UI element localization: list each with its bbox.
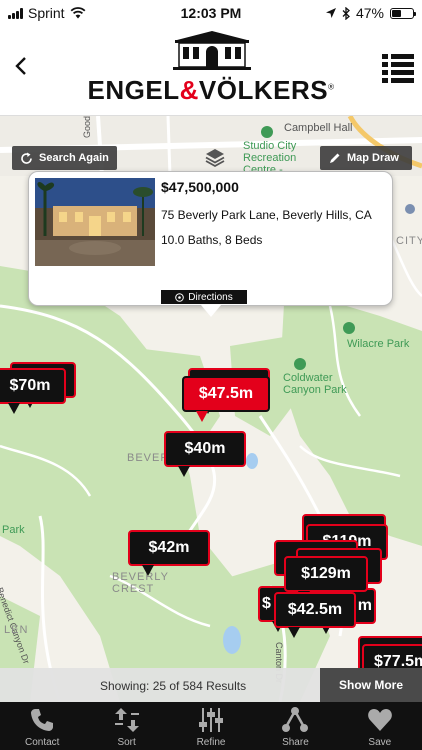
map-label-city: CITY: [396, 235, 422, 247]
map-label-beverly-crest: BEVERLY CREST: [112, 571, 169, 595]
building-logo-icon: [173, 31, 251, 70]
brand-wordmark: ENGEL&VÖLKERS®: [0, 75, 422, 106]
price-pin-label: $40m: [184, 440, 226, 457]
price-pin[interactable]: $40m: [164, 431, 246, 477]
tab-label: Contact: [24, 737, 60, 748]
listing-beds-baths: 10.0 Baths, 8 Beds: [161, 233, 263, 247]
app-header: ENGEL&VÖLKERS®: [0, 26, 422, 116]
location-arrow-icon: [325, 8, 336, 18]
sort-arrows-icon: [114, 708, 139, 732]
price-pin[interactable]: $70m: [0, 368, 66, 414]
layers-icon[interactable]: [204, 146, 226, 168]
share-icon: [282, 707, 309, 732]
brand-left: ENGEL: [87, 75, 180, 105]
tab-label: Save: [368, 737, 392, 748]
tab-refine[interactable]: Refine: [169, 702, 253, 750]
map-label-wilacre-park: Wilacre Park: [347, 338, 410, 350]
tab-contact[interactable]: Contact: [0, 702, 84, 750]
directions-label: Directions: [188, 291, 233, 303]
map-label-goodman: Goodman: [82, 116, 92, 138]
map-label-park: Park: [2, 524, 25, 536]
tab-save[interactable]: Save: [338, 702, 422, 750]
price-pin-label: m: [357, 597, 372, 614]
price-pin[interactable]: $42m: [128, 530, 210, 576]
bottom-tab-bar: Contact Sort Refine Share Save: [0, 702, 422, 750]
heart-icon: [367, 709, 392, 731]
tab-sort[interactable]: Sort: [84, 702, 168, 750]
sliders-icon: [199, 708, 224, 732]
phone-icon: [31, 709, 54, 731]
results-bar: Showing: 25 of 584 Results Show More: [0, 668, 422, 702]
tab-label: Share: [282, 737, 309, 748]
listing-price: $47,500,000: [161, 179, 239, 195]
map-label-len: LEN: [4, 624, 29, 636]
map-label-campbell-hall: Campbell Hall: [284, 122, 353, 134]
price-pin-label: $: [262, 595, 271, 612]
price-pin-label: $42m: [148, 539, 190, 556]
battery-percent: 47%: [355, 5, 384, 21]
compass-icon: [175, 292, 185, 302]
listing-address: 75 Beverly Park Lane, Beverly Hills, CA: [161, 208, 372, 222]
brand-ampersand: &: [179, 75, 199, 105]
price-pin-label: $42.5m: [287, 601, 343, 618]
tab-share[interactable]: Share: [253, 702, 337, 750]
directions-button[interactable]: Directions: [161, 290, 247, 304]
price-pin-label: $47.5m: [198, 385, 254, 402]
price-pin[interactable]: $129m: [284, 556, 368, 602]
bluetooth-icon: [342, 6, 350, 20]
price-pin[interactable]: $42.5m: [274, 592, 356, 638]
search-again-button[interactable]: Search Again: [12, 146, 117, 170]
map-draw-label: Map Draw: [347, 152, 399, 164]
show-more-button[interactable]: Show More: [320, 668, 422, 702]
price-pin-label: $129m: [301, 565, 351, 582]
map-draw-button[interactable]: Map Draw: [320, 146, 412, 170]
search-again-label: Search Again: [39, 152, 109, 164]
price-pin-selected[interactable]: $47.5m: [182, 376, 270, 422]
status-bar: Sprint 12:03 PM 47%: [0, 0, 422, 26]
map-label-coldwater: Coldwater Canyon Park: [283, 372, 347, 396]
pencil-icon: [330, 153, 340, 163]
tab-label: Sort: [117, 737, 136, 748]
map-view[interactable]: Campbell Hall Studio City Recreation Cen…: [0, 116, 422, 702]
brand-registered: ®: [328, 82, 335, 92]
menu-list-icon[interactable]: [382, 52, 414, 84]
tab-label: Refine: [196, 737, 226, 748]
listing-photo: [35, 178, 155, 266]
listing-popup[interactable]: $47,500,000 75 Beverly Park Lane, Beverl…: [28, 171, 393, 317]
refresh-icon: [21, 152, 32, 164]
battery-icon: [390, 7, 416, 19]
brand-right: VÖLKERS: [198, 75, 329, 105]
price-pin-label: $70m: [9, 377, 51, 394]
status-right: 47%: [325, 5, 416, 21]
results-count: Showing: 25 of 584 Results: [100, 679, 247, 693]
